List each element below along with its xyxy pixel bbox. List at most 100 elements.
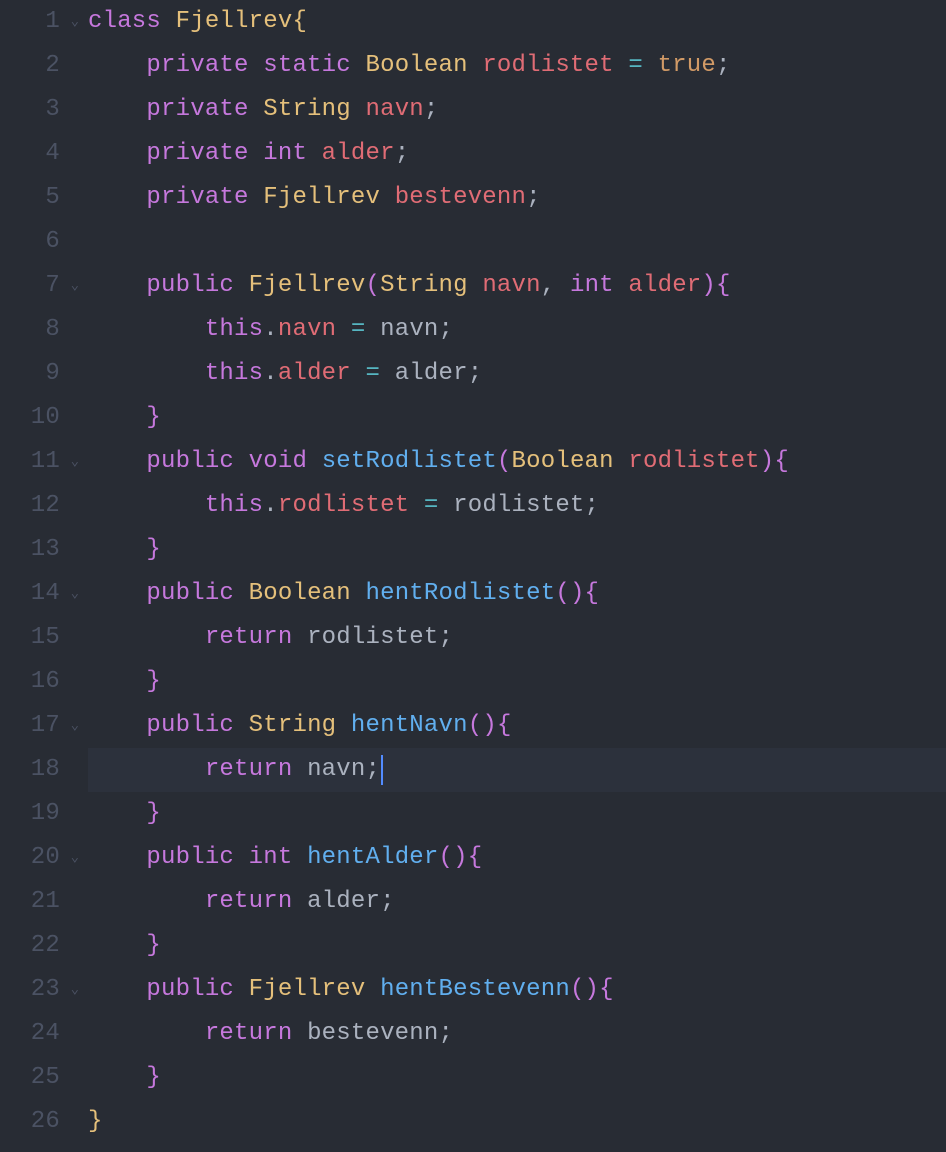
gutter-line[interactable]: 2 [0,44,66,88]
line-number: 14 [31,572,60,616]
code-line[interactable]: public String hentNavn(){ [88,704,946,748]
gutter-line[interactable]: 16 [0,660,66,704]
code-area[interactable]: class Fjellrev{ private static Boolean r… [66,0,946,1144]
code-line[interactable]: this.alder = alder; [88,352,946,396]
return-type-int: int [249,836,293,880]
line-number: 2 [45,44,60,88]
gutter-line[interactable]: 4 [0,132,66,176]
param-type-int: int [570,264,614,308]
code-line[interactable]: return alder; [88,880,946,924]
method-name: setRodlistet [322,440,497,484]
line-number: 20 [31,836,60,880]
line-number: 9 [45,352,60,396]
gutter-line[interactable]: 20⌄ [0,836,66,880]
line-number: 5 [45,176,60,220]
line-number: 6 [45,220,60,264]
brace-close: } [146,1056,161,1100]
gutter-line[interactable]: 11⌄ [0,440,66,484]
paren-open: ( [570,968,585,1012]
brace-close: } [146,660,161,704]
code-line[interactable]: this.rodlistet = rodlistet; [88,484,946,528]
gutter-line[interactable]: 5 [0,176,66,220]
semicolon: ; [380,880,395,924]
code-line[interactable]: public Fjellrev hentBestevenn(){ [88,968,946,1012]
line-number: 22 [31,924,60,968]
gutter-line[interactable]: 18 [0,748,66,792]
code-line[interactable]: this.navn = navn; [88,308,946,352]
paren-open: ( [555,572,570,616]
line-number: 17 [31,704,60,748]
code-line[interactable]: return rodlistet; [88,616,946,660]
code-line[interactable]: class Fjellrev{ [88,0,946,44]
gutter-line[interactable]: 1⌄ [0,0,66,44]
gutter-line[interactable]: 25 [0,1056,66,1100]
brace-open: { [585,572,600,616]
param-type: Boolean [512,440,614,484]
gutter-line[interactable]: 26 [0,1100,66,1144]
brace-close: } [146,792,161,836]
code-line[interactable]: } [88,1056,946,1100]
operator-assign: = [351,308,366,352]
paren-close: ) [701,264,716,308]
code-line[interactable]: public Fjellrev(String navn, int alder){ [88,264,946,308]
return-type: Boolean [249,572,351,616]
gutter-line[interactable]: 17⌄ [0,704,66,748]
dot: . [263,308,278,352]
gutter-line[interactable]: 19 [0,792,66,836]
param-name: rodlistet [628,440,759,484]
code-line[interactable]: } [88,1100,946,1144]
gutter-line[interactable]: 6 [0,220,66,264]
gutter-line[interactable]: 10 [0,396,66,440]
gutter-line[interactable]: 13 [0,528,66,572]
dot: . [263,352,278,396]
gutter-line[interactable]: 22 [0,924,66,968]
code-line[interactable]: } [88,660,946,704]
keyword-private: private [146,176,248,220]
gutter-line[interactable]: 24 [0,1012,66,1056]
code-line[interactable]: } [88,924,946,968]
code-line[interactable]: public Boolean hentRodlistet(){ [88,572,946,616]
param-type: String [380,264,468,308]
gutter-line[interactable]: 21 [0,880,66,924]
type-int: int [263,132,307,176]
code-line[interactable] [88,220,946,264]
code-editor[interactable]: 1⌄ 2 3 4 5 6 7⌄ 8 9 10 11⌄ 12 13 14⌄ 15 … [0,0,946,1144]
gutter-line[interactable]: 14⌄ [0,572,66,616]
gutter-line[interactable]: 9 [0,352,66,396]
brace-open: { [468,836,483,880]
code-line[interactable]: private static Boolean rodlistet = true; [88,44,946,88]
paren-close: ) [570,572,585,616]
param-name: alder [628,264,701,308]
code-line[interactable]: public void setRodlistet(Boolean rodlist… [88,440,946,484]
gutter-line[interactable]: 8 [0,308,66,352]
keyword-private: private [146,132,248,176]
field-name: navn [365,88,423,132]
code-line-active[interactable]: return navn; [88,748,946,792]
semicolon: ; [716,44,731,88]
gutter: 1⌄ 2 3 4 5 6 7⌄ 8 9 10 11⌄ 12 13 14⌄ 15 … [0,0,66,1144]
gutter-line[interactable]: 3 [0,88,66,132]
method-name: hentBestevenn [380,968,570,1012]
gutter-line[interactable]: 7⌄ [0,264,66,308]
code-line[interactable]: } [88,792,946,836]
paren-close: ) [585,968,600,1012]
gutter-line[interactable]: 12 [0,484,66,528]
code-line[interactable]: public int hentAlder(){ [88,836,946,880]
text-cursor [381,755,383,785]
code-line[interactable]: private String navn; [88,88,946,132]
line-number: 26 [31,1100,60,1144]
semicolon: ; [365,748,380,792]
variable: navn [380,308,438,352]
code-line[interactable]: } [88,396,946,440]
code-line[interactable]: private int alder; [88,132,946,176]
line-number: 23 [31,968,60,1012]
semicolon: ; [526,176,541,220]
line-number: 18 [31,748,60,792]
gutter-line[interactable]: 23⌄ [0,968,66,1012]
code-line[interactable]: return bestevenn; [88,1012,946,1056]
code-line[interactable]: } [88,528,946,572]
keyword-this: this [205,308,263,352]
paren-open: ( [439,836,454,880]
code-line[interactable]: private Fjellrev bestevenn; [88,176,946,220]
gutter-line[interactable]: 15 [0,616,66,660]
